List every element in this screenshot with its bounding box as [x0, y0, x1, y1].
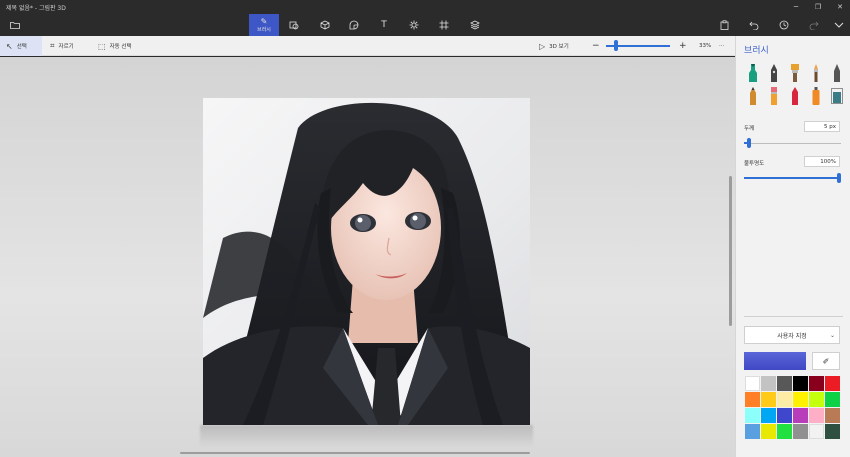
canvas-icon[interactable]: [433, 14, 455, 36]
color-swatch[interactable]: [809, 392, 824, 407]
marker-brush[interactable]: [745, 63, 761, 83]
horizontal-scrollbar[interactable]: [180, 452, 530, 454]
brushes-tab[interactable]: ✎ 브러시: [249, 14, 279, 36]
color-swatch[interactable]: [809, 424, 824, 439]
undo-icon[interactable]: [743, 14, 765, 36]
text-icon[interactable]: T: [373, 14, 395, 36]
color-swatch[interactable]: [825, 376, 840, 391]
magic-select-icon: ⬚: [98, 41, 106, 51]
opacity-slider-fill[interactable]: [744, 177, 841, 179]
opacity-input[interactable]: 100%: [804, 156, 840, 167]
crop-label: 자르기: [58, 44, 74, 50]
select-button[interactable]: ↖ 선택: [0, 36, 42, 56]
color-mode-dropdown[interactable]: 사용자 지정 ⌄: [744, 326, 840, 344]
window-title: 제목 없음* - 그림판 3D: [6, 5, 66, 12]
folder-icon[interactable]: [4, 14, 26, 36]
color-swatch[interactable]: [745, 424, 760, 439]
zoom-out-button[interactable]: −: [586, 36, 606, 56]
color-swatch[interactable]: [745, 408, 760, 423]
minimize-button[interactable]: ─: [786, 0, 806, 14]
eraser-brush[interactable]: [766, 86, 782, 106]
color-swatch[interactable]: [745, 376, 760, 391]
color-swatch[interactable]: [761, 424, 776, 439]
pixel-pen-brush[interactable]: [829, 63, 845, 83]
history-icon[interactable]: [773, 14, 795, 36]
thickness-slider-rail[interactable]: [744, 143, 841, 144]
expand-icon[interactable]: [828, 14, 850, 36]
select-label: 선택: [16, 44, 27, 50]
color-swatch[interactable]: [777, 424, 792, 439]
color-swatch[interactable]: [825, 392, 840, 407]
color-mode-value: 사용자 지정: [777, 332, 807, 340]
color-swatch[interactable]: [825, 424, 840, 439]
color-swatch[interactable]: [761, 408, 776, 423]
color-swatch[interactable]: [825, 408, 840, 423]
watercolor-brush[interactable]: [808, 63, 824, 83]
color-swatch[interactable]: [793, 424, 808, 439]
view-3d-icon: ▷: [539, 41, 546, 51]
canvas-shadow: [200, 425, 533, 447]
color-swatch[interactable]: [777, 376, 792, 391]
view-3d-label: 3D 보기: [549, 44, 569, 50]
eyedropper-icon: ✐: [822, 356, 830, 366]
brushes-tab-label: 브러시: [257, 27, 271, 33]
oil-brush[interactable]: [787, 63, 803, 83]
more-options-button[interactable]: ···: [713, 36, 730, 56]
canvas-image[interactable]: [203, 98, 530, 425]
main-toolbar: ✎ 브러시 T: [0, 14, 850, 36]
color-swatch[interactable]: [793, 376, 808, 391]
color-swatch[interactable]: [809, 376, 824, 391]
color-swatch[interactable]: [809, 408, 824, 423]
magic-select-label: 자동 선택: [109, 44, 132, 50]
spray-can-brush[interactable]: [808, 86, 824, 106]
color-swatch[interactable]: [793, 408, 808, 423]
color-swatch[interactable]: [777, 392, 792, 407]
shapes-2d-icon[interactable]: [283, 14, 305, 36]
zoom-in-button[interactable]: +: [673, 36, 693, 56]
shapes-3d-icon[interactable]: [314, 14, 336, 36]
redo-icon[interactable]: [803, 14, 825, 36]
pencil-brush[interactable]: [745, 86, 761, 106]
effects-icon[interactable]: [403, 14, 425, 36]
portrait-illustration: [203, 102, 530, 425]
color-swatch[interactable]: [793, 392, 808, 407]
thickness-slider-thumb[interactable]: [746, 138, 751, 148]
crop-button[interactable]: ⌗ 자르기: [44, 36, 80, 56]
magic-select-button[interactable]: ⬚ 자동 선택: [92, 36, 138, 56]
close-button[interactable]: ✕: [830, 0, 850, 14]
view-3d-button[interactable]: ▷ 3D 보기: [533, 36, 575, 56]
paste-icon[interactable]: [713, 14, 735, 36]
maximize-button[interactable]: ❐: [808, 0, 828, 14]
current-color-swatch[interactable]: [744, 352, 806, 370]
thickness-input[interactable]: 5 px: [804, 121, 840, 132]
color-swatch[interactable]: [777, 408, 792, 423]
panel-title: 브러시: [744, 46, 769, 56]
color-swatch[interactable]: [761, 376, 776, 391]
panel-divider: [744, 316, 843, 317]
brushes-panel: 브러시 두께 5 px 불투명도 100% 사용자 지정 ⌄ ✐: [735, 36, 850, 457]
color-swatch[interactable]: [761, 392, 776, 407]
opacity-label: 불투명도: [744, 161, 765, 167]
library-icon[interactable]: [464, 14, 486, 36]
chevron-down-icon: ⌄: [829, 331, 835, 339]
crayon-brush[interactable]: [787, 86, 803, 106]
calligraphy-pen-brush[interactable]: [766, 63, 782, 83]
crop-icon: ⌗: [50, 41, 55, 50]
title-bar: 제목 없음* - 그림판 3D ─ ❐ ✕: [0, 0, 850, 14]
color-swatch[interactable]: [745, 392, 760, 407]
vertical-scrollbar[interactable]: [729, 176, 732, 326]
brush-icon: ✎: [260, 17, 268, 26]
cursor-icon: ↖: [6, 41, 13, 51]
selection-toolbar: ↖ 선택 ⌗ 자르기 ⬚ 자동 선택 ▷ 3D 보기 − + 33% ···: [0, 36, 735, 56]
stickers-icon[interactable]: [343, 14, 365, 36]
zoom-slider-thumb[interactable]: [614, 40, 618, 51]
thickness-label: 두께: [744, 126, 755, 132]
fill-bucket-brush[interactable]: [829, 86, 845, 106]
eyedropper-button[interactable]: ✐: [812, 352, 840, 370]
opacity-slider-thumb[interactable]: [837, 173, 841, 183]
